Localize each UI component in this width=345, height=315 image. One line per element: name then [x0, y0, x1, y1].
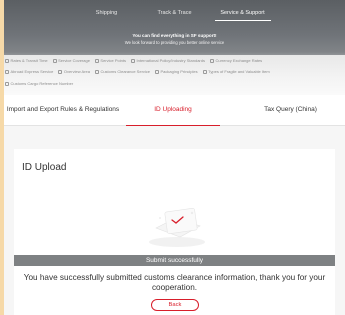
document-icon	[131, 58, 135, 63]
hero-banner: Shipping Track & Trace Service & Support…	[4, 0, 345, 62]
service-label: Service Points	[100, 58, 126, 63]
service-link-cargo-reference[interactable]: Customs Cargo Reference Number	[5, 81, 73, 86]
service-label: Service Coverage	[58, 58, 90, 63]
service-link-packaging[interactable]: Packaging Principles	[155, 69, 198, 74]
truck-icon	[5, 69, 9, 74]
globe-icon	[52, 58, 57, 63]
nav-shipping[interactable]: Shipping	[73, 8, 141, 18]
currency-icon	[209, 58, 214, 63]
location-pin-icon	[94, 58, 99, 63]
content-area: ID Upload Submit successfully You have s…	[4, 126, 345, 315]
service-link-overview-area[interactable]: Overview Area	[58, 69, 90, 74]
tab-id-uploading[interactable]: ID Uploading	[126, 95, 220, 126]
hero-subheadline: We look forward to providing you better …	[124, 40, 225, 45]
id-upload-card: ID Upload Submit successfully You have s…	[14, 149, 335, 315]
card-title: ID Upload	[22, 162, 67, 173]
service-label: Customs Clearance Service	[100, 69, 151, 74]
service-label: Types of Fragile and Valuable Item	[208, 69, 270, 74]
service-label: Abroad Express Service	[10, 69, 54, 74]
top-nav: Shipping Track & Trace Service & Support	[4, 8, 345, 21]
tab-tax-query[interactable]: Tax Query (China)	[236, 95, 345, 125]
tab-import-export-rules[interactable]: Import and Export Rules & Regulations	[4, 95, 122, 125]
service-label: Packaging Principles	[160, 69, 198, 74]
main-panel: Import and Export Rules & Regulations ID…	[4, 95, 345, 315]
service-link-abroad-express[interactable]: Abroad Express Service	[5, 69, 53, 74]
service-link-currency[interactable]: Currency Exchange Rates	[209, 58, 263, 63]
tab-bar: Import and Export Rules & Regulations ID…	[4, 95, 345, 126]
user-icon	[58, 69, 63, 74]
box-icon	[155, 69, 160, 74]
service-link-customs[interactable]: Customs Clearance Service	[94, 69, 151, 74]
fragile-icon	[202, 69, 207, 74]
service-row: Abroad Express Service Overview Area Cus…	[5, 69, 270, 74]
success-message: You have successfully submitted customs …	[23, 273, 326, 292]
back-button[interactable]: Back	[151, 299, 199, 311]
service-link-policy[interactable]: International Policy/Industry Standards	[131, 58, 205, 63]
service-link-coverage[interactable]: Service Coverage	[52, 58, 90, 63]
service-label: Rates & Transit Time	[10, 58, 48, 63]
service-label: Overview Area	[63, 69, 90, 74]
service-label: Currency Exchange Rates	[215, 58, 263, 63]
nav-track-trace[interactable]: Track & Trace	[141, 8, 209, 18]
clock-icon	[5, 58, 9, 63]
service-link-fragile[interactable]: Types of Fragile and Valuable Item	[202, 69, 270, 74]
service-link-rates[interactable]: Rates & Transit Time	[5, 58, 48, 63]
service-links: Rates & Transit Time Service Coverage Se…	[4, 55, 345, 95]
service-row: Customs Cargo Reference Number	[5, 81, 73, 86]
search-icon	[5, 81, 9, 86]
service-link-points[interactable]: Service Points	[94, 58, 126, 63]
success-illustration	[149, 207, 205, 247]
service-row: Rates & Transit Time Service Coverage Se…	[5, 58, 262, 63]
success-banner: Submit successfully	[14, 255, 335, 266]
customs-icon	[94, 69, 99, 74]
nav-service-support[interactable]: Service & Support	[209, 8, 277, 21]
service-label: Customs Cargo Reference Number	[10, 81, 74, 86]
page: Shipping Track & Trace Service & Support…	[0, 0, 345, 315]
service-label: International Policy/Industry Standards	[136, 58, 205, 63]
hero-headline: You can find everything in SF support!	[132, 33, 217, 38]
